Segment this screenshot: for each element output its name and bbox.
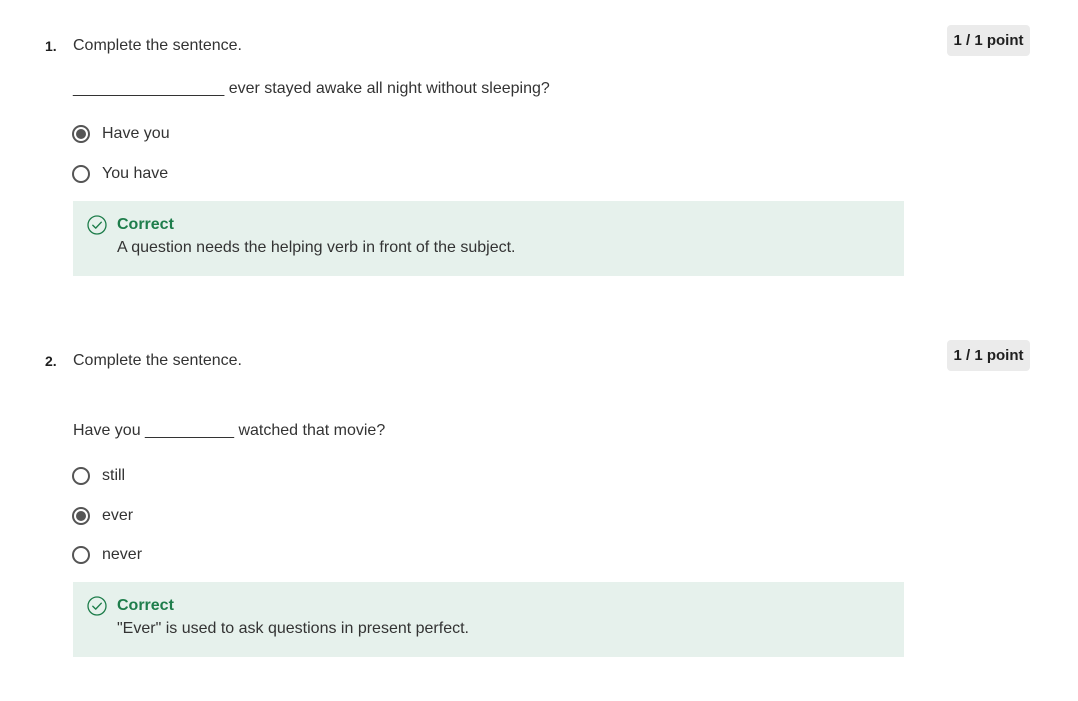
question-sentence: Have you __________ watched that movie?: [73, 422, 386, 439]
option-still[interactable]: still: [72, 464, 125, 488]
question-number: 2.: [45, 353, 57, 369]
option-have-you[interactable]: Have you: [72, 122, 170, 146]
feedback-status: Correct: [117, 597, 174, 614]
option-you-have[interactable]: You have: [72, 162, 168, 186]
feedback-text: A question needs the helping verb in fro…: [117, 239, 516, 256]
option-ever[interactable]: ever: [72, 504, 133, 528]
radio-button[interactable]: [72, 546, 90, 564]
question-number: 1.: [45, 38, 57, 54]
option-label: never: [102, 546, 143, 563]
question-sentence: _________________ ever stayed awake all …: [73, 80, 550, 97]
radio-button-selected[interactable]: [72, 125, 90, 143]
feedback-text: "Ever" is used to ask questions in prese…: [117, 620, 469, 637]
points-badge: 1 / 1 point: [947, 25, 1030, 56]
feedback-box: Correct "Ever" is used to ask questions …: [73, 582, 904, 657]
radio-button-selected[interactable]: [72, 507, 90, 525]
option-label: still: [102, 467, 126, 484]
option-label: ever: [102, 507, 134, 524]
check-circle-icon: [87, 215, 107, 235]
question-prompt: Complete the sentence.: [73, 352, 242, 369]
feedback-box: Correct A question needs the helping ver…: [73, 201, 904, 276]
option-label: You have: [102, 165, 169, 182]
radio-button[interactable]: [72, 467, 90, 485]
feedback-status: Correct: [117, 216, 174, 233]
quiz-results-page: 1. Complete the sentence. 1 / 1 point __…: [0, 0, 1078, 701]
question-prompt: Complete the sentence.: [73, 37, 242, 54]
check-circle-icon: [87, 596, 107, 616]
option-label: Have you: [102, 125, 170, 142]
points-badge: 1 / 1 point: [947, 340, 1030, 371]
option-never[interactable]: never: [72, 543, 142, 567]
radio-button[interactable]: [72, 165, 90, 183]
